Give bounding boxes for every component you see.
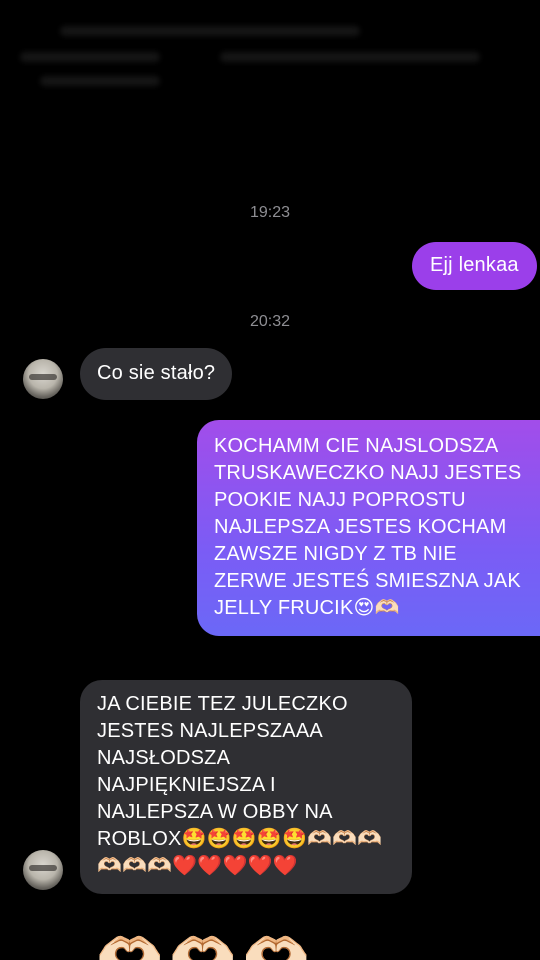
- sent-message-bubble[interactable]: KOCHAMM CIE NAJSLODSZA TRUSKAWECZKO NAJJ…: [197, 420, 540, 636]
- blurred-chat-header: [20, 18, 520, 98]
- contact-avatar[interactable]: [23, 850, 63, 890]
- timestamp: 19:23: [249, 204, 291, 221]
- sent-message-bubble[interactable]: Ejj lenkaa: [412, 242, 537, 290]
- received-message-bubble[interactable]: JA CIEBIE TEZ JULECZKO JESTES NAJLEPSZAA…: [80, 680, 412, 894]
- timestamp: 20:32: [249, 313, 291, 330]
- contact-avatar[interactable]: [23, 359, 63, 399]
- chat-screen: 19:23 Ejj lenkaa 20:32 Co sie stało? KOC…: [0, 0, 540, 960]
- emoji-message[interactable]: 🫶🏻🫶🏻🫶🏻: [96, 928, 316, 960]
- received-message-bubble[interactable]: Co sie stało?: [80, 348, 233, 400]
